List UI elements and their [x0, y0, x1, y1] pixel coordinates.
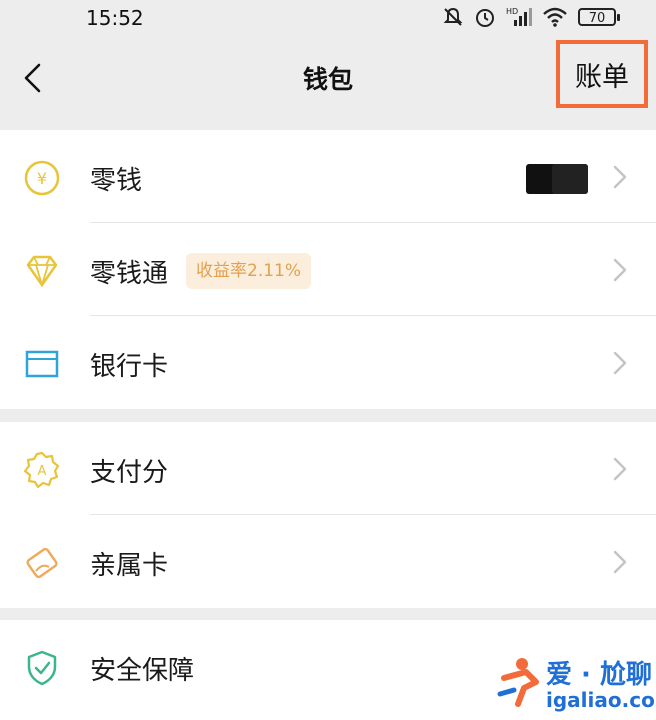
balance-hidden-value — [526, 164, 588, 194]
nav-bar: 钱包 账单 — [0, 40, 656, 130]
status-time: 15:52 — [86, 6, 144, 30]
hd-signal-icon: HD — [506, 7, 532, 26]
yuan-coin-icon: ¥ — [24, 160, 60, 196]
notifications-off-icon — [443, 7, 463, 26]
svg-text:HD: HD — [506, 7, 518, 16]
watermark-url: igaliao.com — [546, 688, 656, 712]
yield-badge: 收益率2.11% — [186, 253, 312, 289]
list-item-label: 支付分 — [90, 458, 169, 488]
wallet-section-funds: ¥ 零钱 零钱通 收益率2.11% 银行卡 — [0, 130, 656, 409]
battery-icon: 70 — [578, 8, 620, 26]
diamond-icon — [26, 255, 58, 289]
svg-text:A: A — [38, 464, 47, 479]
watermark: 爱 · 尬聊 igaliao.com — [496, 650, 656, 720]
list-item-label: 亲属卡 — [90, 551, 169, 581]
list-item-label: 安全保障 — [90, 656, 195, 686]
list-item-change[interactable]: ¥ 零钱 — [0, 130, 656, 223]
chevron-right-icon — [613, 258, 627, 282]
family-card-icon — [26, 547, 58, 579]
shield-check-icon — [27, 650, 57, 686]
watermark-text: 爱 · 尬聊 — [546, 660, 652, 690]
wallet-section-credit: A 支付分 亲属卡 — [0, 422, 656, 608]
status-bar: 15:52 HD 70 — [0, 0, 656, 40]
chevron-right-icon — [613, 457, 627, 481]
svg-text:¥: ¥ — [37, 169, 47, 188]
chevron-left-icon — [24, 63, 41, 93]
alarm-icon — [476, 9, 494, 27]
list-item-change-plus[interactable]: 零钱通 收益率2.11% — [0, 223, 656, 316]
list-item-pay-score[interactable]: A 支付分 — [0, 422, 656, 515]
wifi-icon — [543, 7, 567, 27]
bank-card-icon — [25, 350, 59, 378]
chevron-right-icon — [613, 550, 627, 574]
credit-score-icon: A — [23, 451, 60, 489]
watermark-logo-icon — [497, 658, 539, 707]
chevron-right-icon — [613, 351, 627, 375]
list-item-label: 零钱 — [90, 166, 143, 196]
list-item-label: 银行卡 — [90, 352, 169, 382]
list-item-family-card[interactable]: 亲属卡 — [0, 515, 656, 608]
chevron-right-icon — [613, 165, 627, 189]
list-item-bank-card[interactable]: 银行卡 — [0, 316, 656, 409]
bill-button[interactable]: 账单 — [556, 40, 648, 108]
back-button[interactable] — [12, 58, 52, 98]
status-icons: HD 70 — [442, 6, 620, 28]
list-item-label: 零钱通 — [90, 259, 169, 289]
